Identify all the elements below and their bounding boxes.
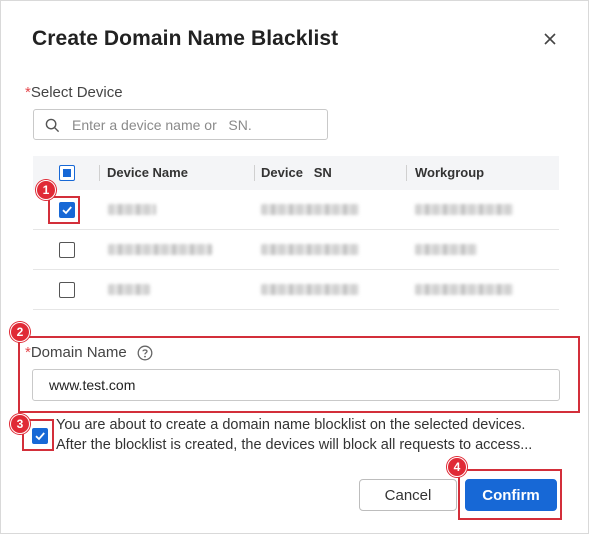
device-table: Device Name Device SN Workgroup	[33, 156, 559, 310]
column-divider	[99, 165, 100, 181]
check-icon	[62, 206, 72, 215]
table-row[interactable]	[33, 230, 559, 270]
device-search-box[interactable]	[33, 109, 328, 140]
row-checkbox[interactable]	[59, 202, 75, 218]
help-icon[interactable]	[137, 345, 153, 361]
confirm-button[interactable]: Confirm	[465, 479, 557, 511]
close-icon[interactable]	[540, 29, 560, 49]
column-divider	[254, 165, 255, 181]
device-name-redacted	[108, 244, 212, 255]
row-checkbox[interactable]	[59, 242, 75, 258]
device-search-input[interactable]	[72, 110, 322, 139]
column-header-device-name: Device Name	[107, 165, 188, 180]
annotation-badge-2: 2	[10, 322, 30, 342]
cancel-button[interactable]: Cancel	[359, 479, 457, 511]
annotation-badge-1: 1	[36, 180, 56, 200]
notice-line-2: After the blocklist is created, the devi…	[56, 437, 533, 453]
device-name-redacted	[108, 204, 156, 215]
table-header: Device Name Device SN Workgroup	[33, 156, 559, 190]
device-sn-redacted	[261, 284, 359, 295]
domain-name-label: *Domain Name	[25, 344, 127, 361]
table-row[interactable]	[33, 190, 559, 230]
workgroup-redacted	[415, 284, 513, 295]
workgroup-redacted	[415, 204, 513, 215]
blocklist-notice: You are about to create a domain name bl…	[56, 415, 566, 455]
create-blacklist-dialog: Create Domain Name Blacklist *Select Dev…	[0, 0, 589, 534]
workgroup-redacted	[415, 244, 477, 255]
select-device-label: *Select Device	[25, 84, 123, 101]
device-sn-redacted	[261, 204, 359, 215]
confirm-notice-checkbox[interactable]	[32, 428, 48, 444]
select-device-label-text: Select Device	[30, 84, 123, 101]
dialog-title: Create Domain Name Blacklist	[32, 27, 339, 50]
column-divider	[406, 165, 407, 181]
device-sn-redacted	[261, 244, 359, 255]
annotation-badge-3: 3	[10, 414, 30, 434]
column-header-workgroup: Workgroup	[415, 165, 485, 180]
search-icon	[45, 118, 60, 133]
domain-name-label-text: Domain Name	[30, 344, 127, 361]
row-checkbox[interactable]	[59, 282, 75, 298]
table-row[interactable]	[33, 270, 559, 310]
column-header-device-sn: Device SN	[261, 165, 332, 180]
annotation-badge-4: 4	[447, 457, 467, 477]
select-all-checkbox[interactable]	[59, 165, 75, 181]
domain-name-input[interactable]	[32, 369, 560, 401]
notice-line-1: You are about to create a domain name bl…	[56, 417, 526, 433]
check-icon	[35, 432, 45, 441]
device-name-redacted	[108, 284, 150, 295]
